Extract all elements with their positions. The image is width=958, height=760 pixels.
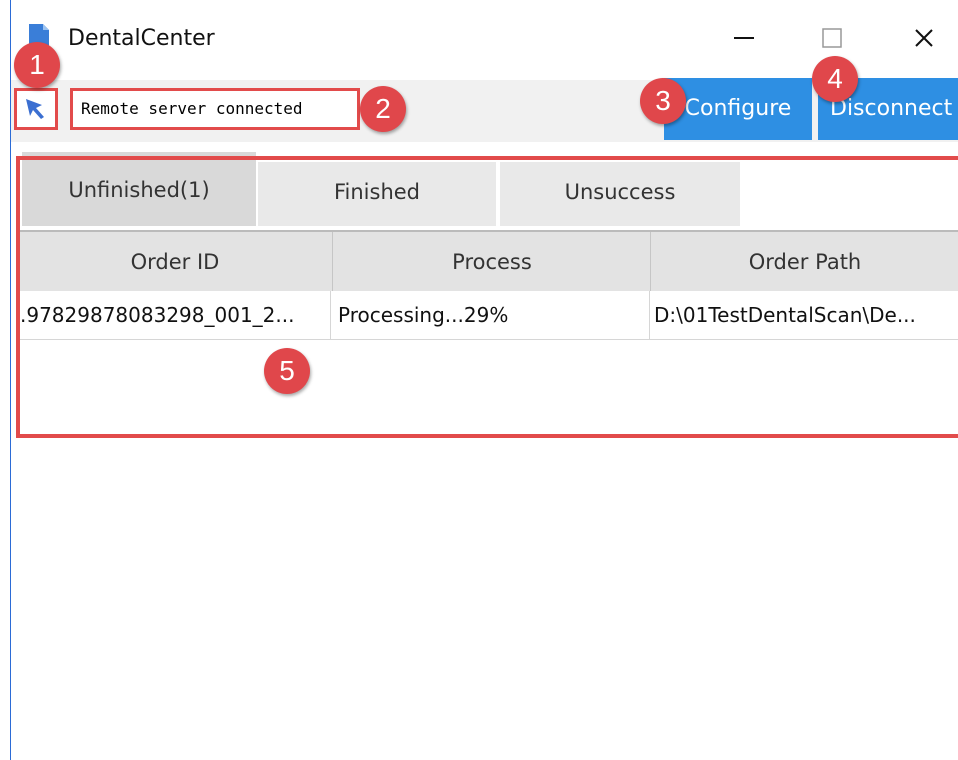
tab-finished[interactable]: Finished <box>258 162 496 226</box>
annotation-badge-2: 2 <box>360 86 406 132</box>
minimize-button[interactable] <box>724 18 764 58</box>
column-header-order-id[interactable]: Order ID <box>18 232 333 292</box>
table-row[interactable]: .97829878083298_001_2... Processing...29… <box>18 291 958 340</box>
column-header-process[interactable]: Process <box>334 232 651 292</box>
annotation-badge-5: 5 <box>264 348 310 394</box>
tab-unfinished[interactable]: Unfinished(1) <box>22 152 256 226</box>
pointer-arrow-button[interactable] <box>14 88 58 130</box>
close-button[interactable] <box>904 18 944 58</box>
column-header-order-path[interactable]: Order Path <box>652 232 958 292</box>
annotation-badge-3: 3 <box>640 78 686 124</box>
annotation-badge-4: 4 <box>812 56 858 102</box>
maximize-button[interactable] <box>812 18 852 58</box>
window-title: DentalCenter <box>68 26 215 51</box>
pointer-arrow-icon <box>26 99 44 119</box>
annotation-badge-1: 1 <box>14 42 60 88</box>
maximize-icon <box>822 28 842 48</box>
cell-order-id: .97829878083298_001_2... <box>20 291 331 339</box>
tab-unsuccess[interactable]: Unsuccess <box>500 162 740 226</box>
grid-header: Order ID Process Order Path <box>18 230 958 293</box>
close-icon <box>915 29 933 47</box>
connection-status: Remote server connected <box>70 88 360 130</box>
minimize-icon <box>734 37 754 39</box>
cell-order-path: D:\01TestDentalScan\De... <box>654 303 916 327</box>
configure-button[interactable]: Configure <box>664 78 812 140</box>
cell-process: Processing...29% <box>334 291 650 339</box>
